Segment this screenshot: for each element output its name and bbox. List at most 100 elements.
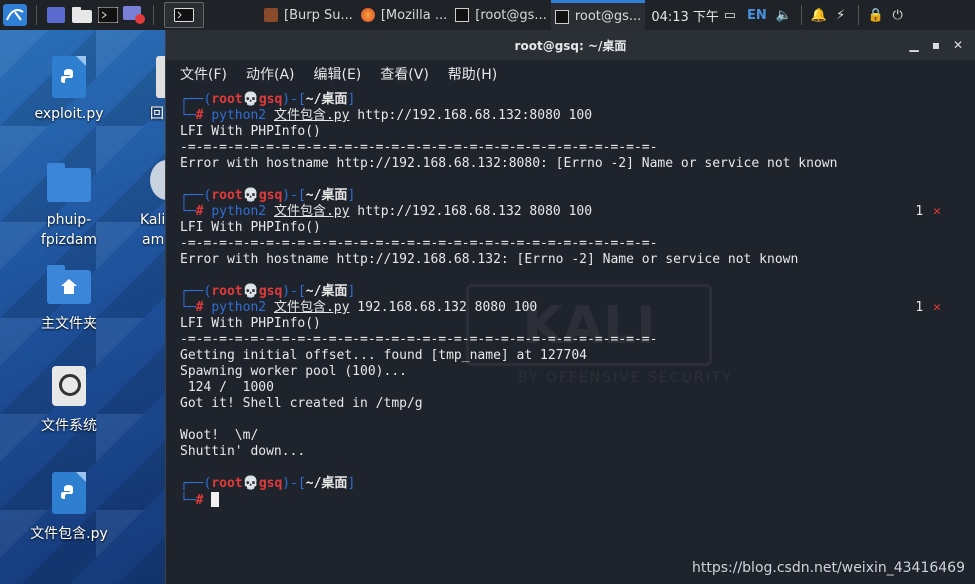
home-folder-icon — [47, 265, 91, 304]
notifications-bell-icon[interactable]: 🔔 — [808, 0, 830, 30]
skull-icon: 💀 — [242, 476, 259, 491]
task-label: [Burp Su... — [284, 7, 353, 23]
output-line: LFI With PHPInfo() — [180, 124, 321, 139]
display-icon[interactable]: ▭ — [719, 0, 741, 30]
output-line: Woot! \m/ — [180, 428, 259, 443]
menu-actions[interactable]: 动作(A) — [246, 64, 295, 84]
exit-status: 1 ✕ — [915, 204, 941, 220]
desktop-icon-exploit-py[interactable]: exploit.py — [26, 56, 112, 124]
python-file-icon — [52, 56, 86, 98]
skull-icon: 💀 — [242, 188, 259, 203]
prompt-user: root — [211, 476, 243, 491]
command-file: 文件包含.py — [273, 108, 350, 123]
taskbar-separator — [800, 5, 802, 25]
prompt-host: gsq — [258, 284, 283, 299]
taskbar-task-burp[interactable]: [Burp Su... — [260, 0, 357, 30]
file-manager-icon[interactable] — [69, 0, 95, 30]
desktop-icon-label: am — [142, 232, 165, 248]
kali-menu-icon[interactable] — [0, 0, 30, 30]
error-x-icon: ✕ — [933, 300, 941, 315]
active-terminal-button[interactable] — [164, 2, 204, 28]
csdn-watermark: https://blog.csdn.net/weixin_43416469 — [691, 560, 965, 576]
taskbar-task-firefox[interactable]: [Mozilla ... — [357, 0, 451, 30]
taskbar-separator — [857, 5, 859, 25]
desktop-icon-home-folder[interactable]: 主文件夹 — [26, 265, 112, 334]
terminal-icon — [554, 9, 569, 24]
clock[interactable]: 04:13 下午 — [651, 6, 719, 25]
error-x-icon: ✕ — [933, 204, 941, 219]
output-line: -=-=-=-=-=-=-=-=-=-=-=-=-=-=-=-=-=-=-=-=… — [180, 332, 658, 347]
lock-screen-icon[interactable]: 🔒 — [865, 0, 887, 30]
command-program: python2 — [211, 300, 267, 315]
close-button[interactable]: ✕ — [947, 38, 969, 52]
input-language-indicator[interactable]: EN — [747, 8, 767, 23]
screen-recorder-icon[interactable] — [121, 0, 147, 30]
output-line: LFI With PHPInfo() — [180, 220, 321, 235]
power-icon[interactable]: ⏻ — [887, 0, 909, 30]
command-args: 192.168.68.132 8080 100 — [357, 300, 538, 315]
desktop-icon-kali[interactable]: Kali am — [120, 160, 166, 250]
terminal-titlebar[interactable]: root@gsq: ~/桌面 ▁ ▪ ✕ — [166, 30, 975, 60]
prompt-host: gsq — [258, 476, 283, 491]
command-program: python2 — [211, 108, 267, 123]
prompt-user: root — [211, 188, 243, 203]
output-line: Error with hostname http://192.168.68.13… — [180, 156, 838, 171]
minimize-button[interactable]: ▁ — [903, 38, 925, 52]
menu-file[interactable]: 文件(F) — [180, 64, 227, 84]
prompt-path: ~/桌面 — [305, 476, 348, 491]
prompt-line: ┌──(root💀gsq)-[~/桌面] — [180, 92, 356, 107]
command-file: 文件包含.py — [273, 300, 350, 315]
desktop-icon-phuip-fpizdam[interactable]: phuip- fpizdam — [26, 163, 112, 250]
output-line: Spawning worker pool (100)... — [180, 364, 407, 379]
desktop-icon-label: Kali — [140, 212, 166, 228]
power-manager-icon[interactable]: ⚡ — [830, 0, 852, 30]
desktop-icon-label-line2: fpizdam — [40, 232, 98, 248]
taskbar-separator — [36, 5, 37, 25]
taskbar-separator — [153, 5, 154, 25]
menu-view[interactable]: 查看(V) — [380, 64, 429, 84]
prompt-host: gsq — [258, 92, 283, 107]
terminal-launcher-icon[interactable] — [95, 0, 121, 30]
taskbar-task-terminal-2[interactable]: root@gs... — [550, 0, 646, 30]
workspace-switcher-icon[interactable] — [43, 0, 69, 30]
text-cursor — [211, 492, 220, 507]
prompt-line: ┌──(root💀gsq)-[~/桌面] — [180, 188, 356, 203]
desktop-icon-trash[interactable]: 回 — [120, 56, 166, 124]
exit-code: 1 — [915, 204, 924, 219]
exit-status: 1 ✕ — [915, 300, 941, 316]
prompt-line: ┌──(root💀gsq)-[~/桌面] — [180, 284, 356, 299]
desktop-icon-label: exploit.py — [34, 106, 104, 122]
exit-code: 1 — [915, 300, 924, 315]
menu-help[interactable]: 帮助(H) — [448, 64, 497, 84]
prompt-path: ~/桌面 — [305, 92, 348, 107]
desktop-icon-filesystem[interactable]: 文件系统 — [26, 366, 112, 436]
command-line: └─# python2 文件包含.py http://192.168.68.13… — [180, 204, 941, 220]
menu-edit[interactable]: 编辑(E) — [314, 64, 362, 84]
window-title: root@gsq: ~/桌面 — [514, 38, 627, 53]
command-file: 文件包含.py — [273, 204, 350, 219]
output-line: Shuttin' down... — [180, 444, 306, 459]
output-line: -=-=-=-=-=-=-=-=-=-=-=-=-=-=-=-=-=-=-=-=… — [180, 236, 658, 251]
python-file-icon — [52, 472, 86, 514]
prompt-line: ┌──(root💀gsq)-[~/桌面] — [180, 476, 356, 491]
terminal-menubar: 文件(F) 动作(A) 编辑(E) 查看(V) 帮助(H) — [166, 60, 975, 88]
terminal-output[interactable]: KALI BY OFFENSIVE SECURITY ┌──(root💀gsq)… — [166, 88, 975, 584]
terminal-window[interactable]: root@gsq: ~/桌面 ▁ ▪ ✕ 文件(F) 动作(A) 编辑(E) 查… — [165, 30, 975, 584]
input-line[interactable]: └─# — [180, 492, 975, 508]
prompt-user: root — [211, 284, 243, 299]
taskbar-task-terminal-1[interactable]: [root@gs... — [451, 0, 551, 30]
desktop-icon-lfi-script[interactable]: 文件包含.py — [26, 472, 112, 544]
filesystem-drive-icon — [52, 366, 86, 406]
kali-doc-icon — [150, 160, 166, 200]
output-line: -=-=-=-=-=-=-=-=-=-=-=-=-=-=-=-=-=-=-=-=… — [180, 140, 658, 155]
command-args: http://192.168.68.132:8080 100 — [357, 108, 593, 123]
volume-icon[interactable]: 🔈 — [773, 0, 795, 30]
maximize-button[interactable]: ▪ — [925, 38, 947, 52]
prompt-path: ~/桌面 — [305, 188, 348, 203]
taskbar: [Burp Su... [Mozilla ... [root@gs... roo… — [0, 0, 975, 30]
prompt-user: root — [211, 92, 243, 107]
output-line: Error with hostname http://192.168.68.13… — [180, 252, 799, 267]
